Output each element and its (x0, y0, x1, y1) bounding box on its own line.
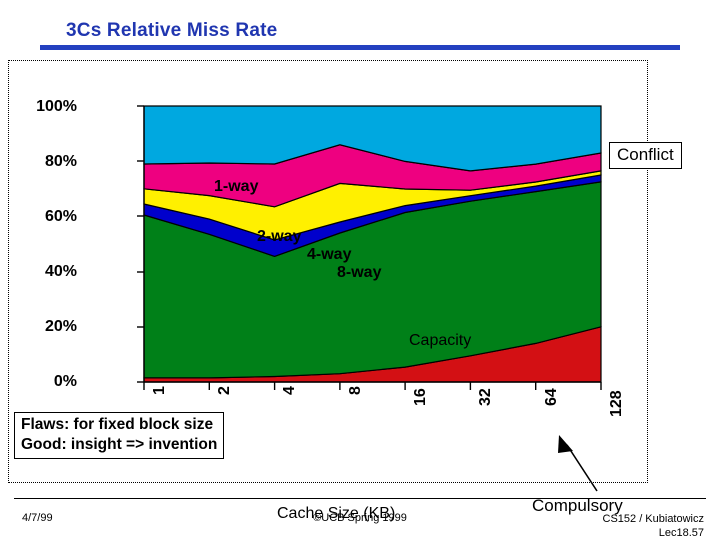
x-tick-label: 16 (412, 388, 429, 406)
x-tick-label: 128 (608, 390, 625, 417)
series-annotation-1way: 1-way (214, 178, 259, 195)
x-tick-label: 64 (543, 388, 560, 406)
x-axis-ticks (143, 382, 602, 390)
x-tick-label: 32 (477, 388, 494, 406)
y-axis-ticks (137, 105, 144, 383)
series-annotation-8way: 8-way (337, 264, 382, 281)
compulsory-arrow-icon (558, 435, 598, 492)
footer-lecture: Lec18.57 (658, 527, 704, 539)
x-tick-label: 2 (216, 386, 233, 395)
x-tick-label: 4 (281, 386, 298, 395)
conflict-callout-box: Conflict (609, 142, 682, 169)
title-underline-rule (40, 45, 680, 50)
compulsory-annotation-label: Compulsory (532, 496, 623, 515)
series-annotation-4way: 4-way (307, 246, 352, 263)
flaws-note-box: Flaws: for fixed block size Good: insigh… (14, 412, 225, 459)
flaws-line-1: Flaws: for fixed block size (21, 416, 214, 433)
series-annotation-2way: 2-way (257, 228, 302, 245)
page-title: 3Cs Relative Miss Rate (66, 20, 278, 41)
x-tick-label: 8 (347, 386, 364, 395)
x-tick-label: 1 (151, 386, 168, 395)
flaws-line-2: Good: insight => invention (21, 436, 218, 453)
series-annotation-capacity: Capacity (409, 332, 472, 349)
footer-course-info: CS152 / Kubiatowicz Lec18.57 (603, 512, 705, 540)
